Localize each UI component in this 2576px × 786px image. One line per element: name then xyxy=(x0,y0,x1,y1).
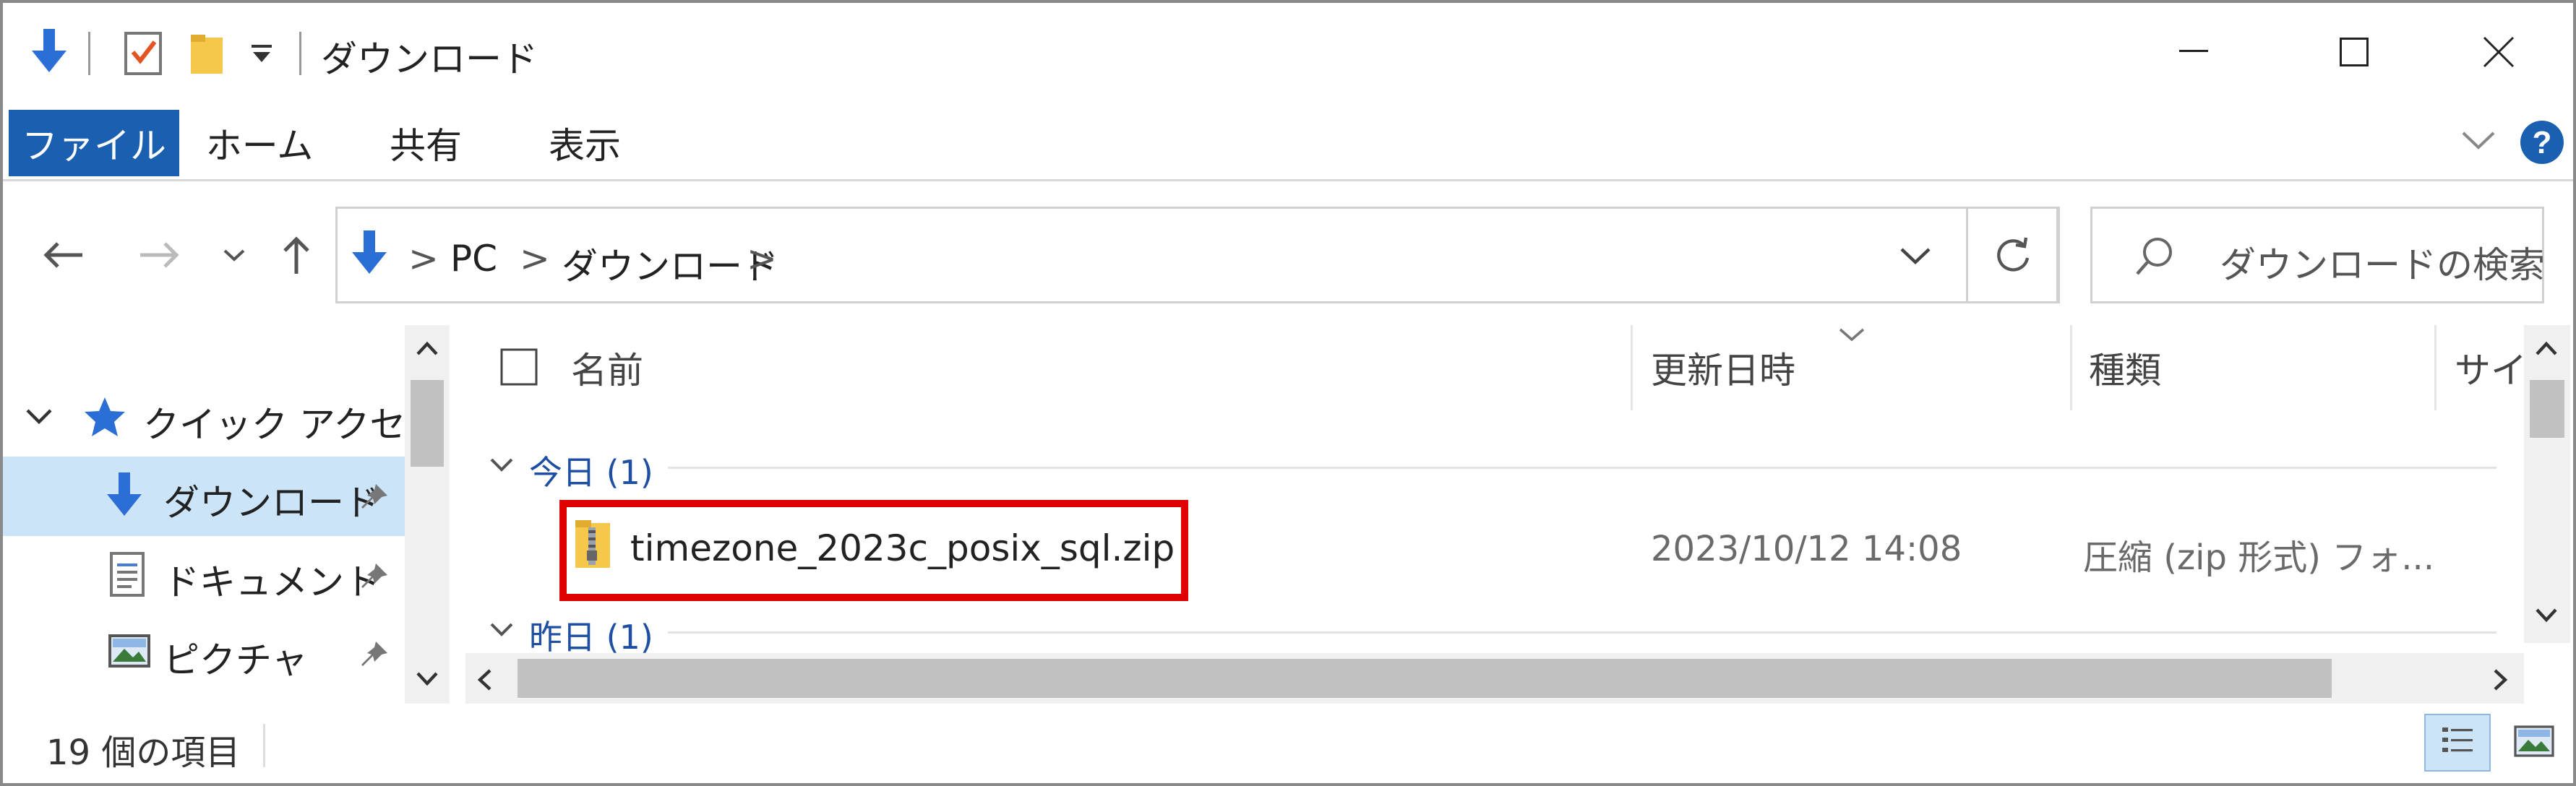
scroll-up-icon[interactable] xyxy=(415,340,439,360)
column-header-name[interactable]: 名前 xyxy=(571,325,643,410)
status-item-count: 19 個の項目 xyxy=(46,733,241,773)
column-separator[interactable] xyxy=(1631,325,1633,410)
forward-button[interactable] xyxy=(130,223,188,288)
explorer-window: ダウンロード ファイル ホーム 共有 表示 ? > PC > ダウンロード > … xyxy=(0,0,2576,786)
column-header-date[interactable]: 更新日時 xyxy=(1651,325,1795,410)
minimize-button[interactable] xyxy=(2125,9,2262,95)
nav-scrollbar[interactable] xyxy=(405,325,450,704)
breadcrumb-separator[interactable]: > xyxy=(520,238,550,280)
group-header-today[interactable]: 今日 (1) xyxy=(529,446,653,494)
search-icon xyxy=(2133,235,2176,281)
refresh-button[interactable] xyxy=(1966,207,2060,303)
customize-toolbar-icon[interactable] xyxy=(249,39,275,71)
sort-indicator-icon xyxy=(1837,327,1866,345)
close-button[interactable] xyxy=(2430,9,2567,95)
chevron-down-icon[interactable] xyxy=(489,621,515,642)
expand-ribbon-icon[interactable] xyxy=(2460,127,2496,156)
breadcrumb-separator[interactable]: > xyxy=(747,238,777,280)
status-separator xyxy=(263,724,265,767)
pin-icon[interactable] xyxy=(359,559,390,601)
group-header-yesterday[interactable]: 昨日 (1) xyxy=(529,611,653,659)
scroll-right-icon[interactable] xyxy=(2492,668,2510,695)
address-bar[interactable]: > PC > ダウンロード > xyxy=(335,207,2058,303)
tab-home[interactable]: ホーム xyxy=(198,110,321,176)
group-divider xyxy=(668,467,2496,469)
recent-locations-button[interactable] xyxy=(212,223,256,288)
tab-share[interactable]: 共有 xyxy=(364,110,487,176)
column-separator[interactable] xyxy=(2070,325,2072,410)
pin-icon[interactable] xyxy=(359,480,390,522)
large-icons-view-icon xyxy=(2514,725,2554,760)
toolbar-separator xyxy=(88,32,90,75)
navigation-pane: クイック アクセス ダウンロード ドキュメント ピクチャ xyxy=(3,325,451,704)
window-title: ダウンロード xyxy=(321,38,538,80)
chevron-down-icon[interactable] xyxy=(25,406,53,429)
address-dropdown-icon[interactable] xyxy=(1899,245,1932,269)
scroll-up-icon[interactable] xyxy=(2534,340,2559,360)
nav-item-downloads[interactable]: ダウンロード xyxy=(3,457,405,536)
search-input[interactable]: ダウンロードの検索 xyxy=(2220,236,2545,288)
title-bar: ダウンロード xyxy=(3,3,2573,104)
nav-item-label: ダウンロード xyxy=(163,482,380,524)
nav-item-label: ドキュメント xyxy=(163,561,380,603)
chevron-down-icon[interactable] xyxy=(489,457,515,477)
download-arrow-icon xyxy=(349,230,390,281)
nav-item-label: ピクチャ xyxy=(163,639,308,681)
toolbar-separator xyxy=(299,32,301,75)
nav-item-documents[interactable]: ドキュメント xyxy=(3,536,405,616)
highlight-box xyxy=(559,500,1188,601)
group-divider xyxy=(668,631,2496,634)
content-scroll-thumb[interactable] xyxy=(2530,380,2564,438)
breadcrumb-separator: > xyxy=(408,238,439,280)
breadcrumb-downloads[interactable]: ダウンロード xyxy=(562,238,778,290)
breadcrumb-pc[interactable]: PC xyxy=(450,238,497,280)
quick-access-label[interactable]: クイック アクセス xyxy=(143,396,442,448)
scroll-down-icon[interactable] xyxy=(415,670,439,691)
column-header-type[interactable]: 種類 xyxy=(2089,325,2161,410)
star-icon xyxy=(82,394,127,442)
file-type: 圧縮 (zip 形式) フォ... xyxy=(2083,537,2435,578)
scroll-down-icon[interactable] xyxy=(2534,607,2559,627)
ribbon-divider xyxy=(3,179,2573,181)
details-view-button[interactable] xyxy=(2424,714,2491,772)
nav-item-pictures[interactable]: ピクチャ xyxy=(3,614,405,694)
svg-text:?: ? xyxy=(2533,125,2552,160)
tab-file[interactable]: ファイル xyxy=(9,110,179,176)
file-date: 2023/10/12 14:08 xyxy=(1651,529,1962,569)
tab-view[interactable]: 表示 xyxy=(523,110,646,176)
details-view-icon xyxy=(2439,723,2476,762)
download-arrow-icon xyxy=(104,472,145,529)
content-horizontal-scrollbar[interactable] xyxy=(465,653,2524,704)
large-icons-view-button[interactable] xyxy=(2501,714,2567,772)
column-separator[interactable] xyxy=(2434,325,2437,410)
nav-scroll-thumb[interactable] xyxy=(411,380,444,467)
select-all-checkbox[interactable] xyxy=(500,348,538,389)
content-hscroll-thumb[interactable] xyxy=(518,659,2332,698)
picture-icon xyxy=(108,634,150,676)
maximize-button[interactable] xyxy=(2285,9,2423,95)
column-header-size[interactable]: サイズ xyxy=(2455,325,2534,410)
up-button[interactable] xyxy=(267,223,325,288)
pin-icon[interactable] xyxy=(359,637,390,679)
new-folder-icon[interactable] xyxy=(189,32,226,78)
help-icon[interactable]: ? xyxy=(2518,118,2566,169)
search-box[interactable]: ダウンロードの検索 xyxy=(2090,207,2545,303)
content-vertical-scrollbar[interactable] xyxy=(2524,325,2570,643)
back-button[interactable] xyxy=(35,223,93,288)
document-icon xyxy=(110,552,145,605)
scroll-left-icon[interactable] xyxy=(476,668,493,695)
properties-icon[interactable] xyxy=(124,29,163,79)
download-arrow-icon xyxy=(29,29,69,79)
